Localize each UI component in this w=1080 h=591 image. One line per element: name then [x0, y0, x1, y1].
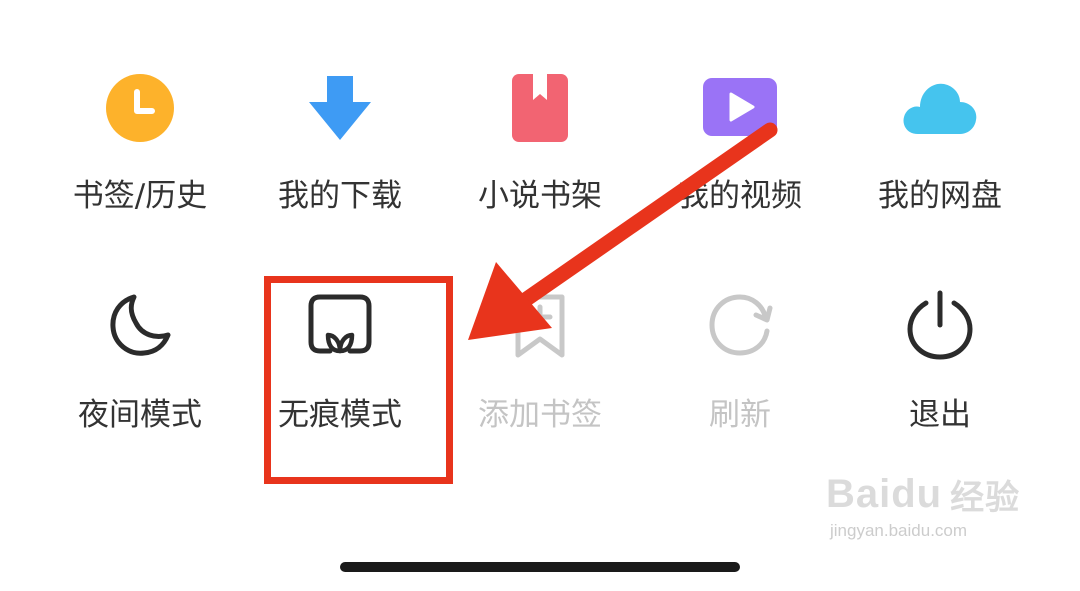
add-bookmark-icon: [500, 285, 580, 365]
menu-item-label: 添加书签: [478, 397, 602, 433]
menu-item-label: 夜间模式: [78, 397, 202, 433]
menu-item-incognito-mode[interactable]: 无痕模式: [240, 285, 440, 435]
download-arrow-icon: [300, 68, 380, 148]
menu-item-refresh[interactable]: 刷新: [640, 285, 840, 435]
watermark-logo: Baidu 经验: [826, 470, 1026, 519]
menu-item-exit[interactable]: 退出: [840, 285, 1040, 435]
video-play-icon: [700, 68, 780, 148]
menu-item-my-cloud-drive[interactable]: 我的网盘: [840, 68, 1040, 216]
home-indicator-bar[interactable]: [340, 562, 740, 572]
moon-icon: [100, 285, 180, 365]
baidu-jingyan-watermark: Baidu 经验 jingyan.baidu.com: [826, 470, 1026, 570]
watermark-logo-text: Baidu: [826, 472, 943, 516]
menu-item-my-videos[interactable]: 我的视频: [640, 68, 840, 216]
cloud-icon: [900, 68, 980, 148]
watermark-url: jingyan.baidu.com: [830, 521, 968, 540]
bookmark-book-icon: [500, 68, 580, 148]
menu-item-label: 我的下载: [278, 178, 402, 214]
watermark-logo-cn: 经验: [950, 479, 1021, 517]
refresh-icon: [700, 285, 780, 365]
menu-item-novel-shelf[interactable]: 小说书架: [440, 68, 640, 216]
menu-item-my-downloads[interactable]: 我的下载: [240, 68, 440, 216]
incognito-icon: [300, 285, 380, 365]
menu-item-label: 刷新: [709, 397, 771, 433]
menu-item-label: 退出: [909, 397, 971, 433]
menu-item-label: 小说书架: [478, 178, 602, 214]
menu-item-add-bookmark[interactable]: 添加书签: [440, 285, 640, 435]
menu-item-label: 我的视频: [678, 178, 802, 214]
menu-item-label: 书签/历史: [72, 178, 208, 214]
clock-icon: [100, 68, 180, 148]
menu-item-label: 无痕模式: [278, 397, 402, 433]
menu-row-primary: 书签/历史 我的下载 小说书架 我的视频 我的网盘: [40, 68, 1040, 216]
menu-item-label: 我的网盘: [878, 178, 1002, 214]
power-icon: [900, 285, 980, 365]
menu-item-bookmarks-history[interactable]: 书签/历史: [40, 68, 240, 216]
menu-row-secondary: 夜间模式 无痕模式 添加书签 刷新 退出: [40, 285, 1040, 435]
browser-menu-panel: 书签/历史 我的下载 小说书架 我的视频 我的网盘 夜间模式 无痕模式 添加书签…: [0, 0, 1080, 591]
menu-item-night-mode[interactable]: 夜间模式: [40, 285, 240, 435]
